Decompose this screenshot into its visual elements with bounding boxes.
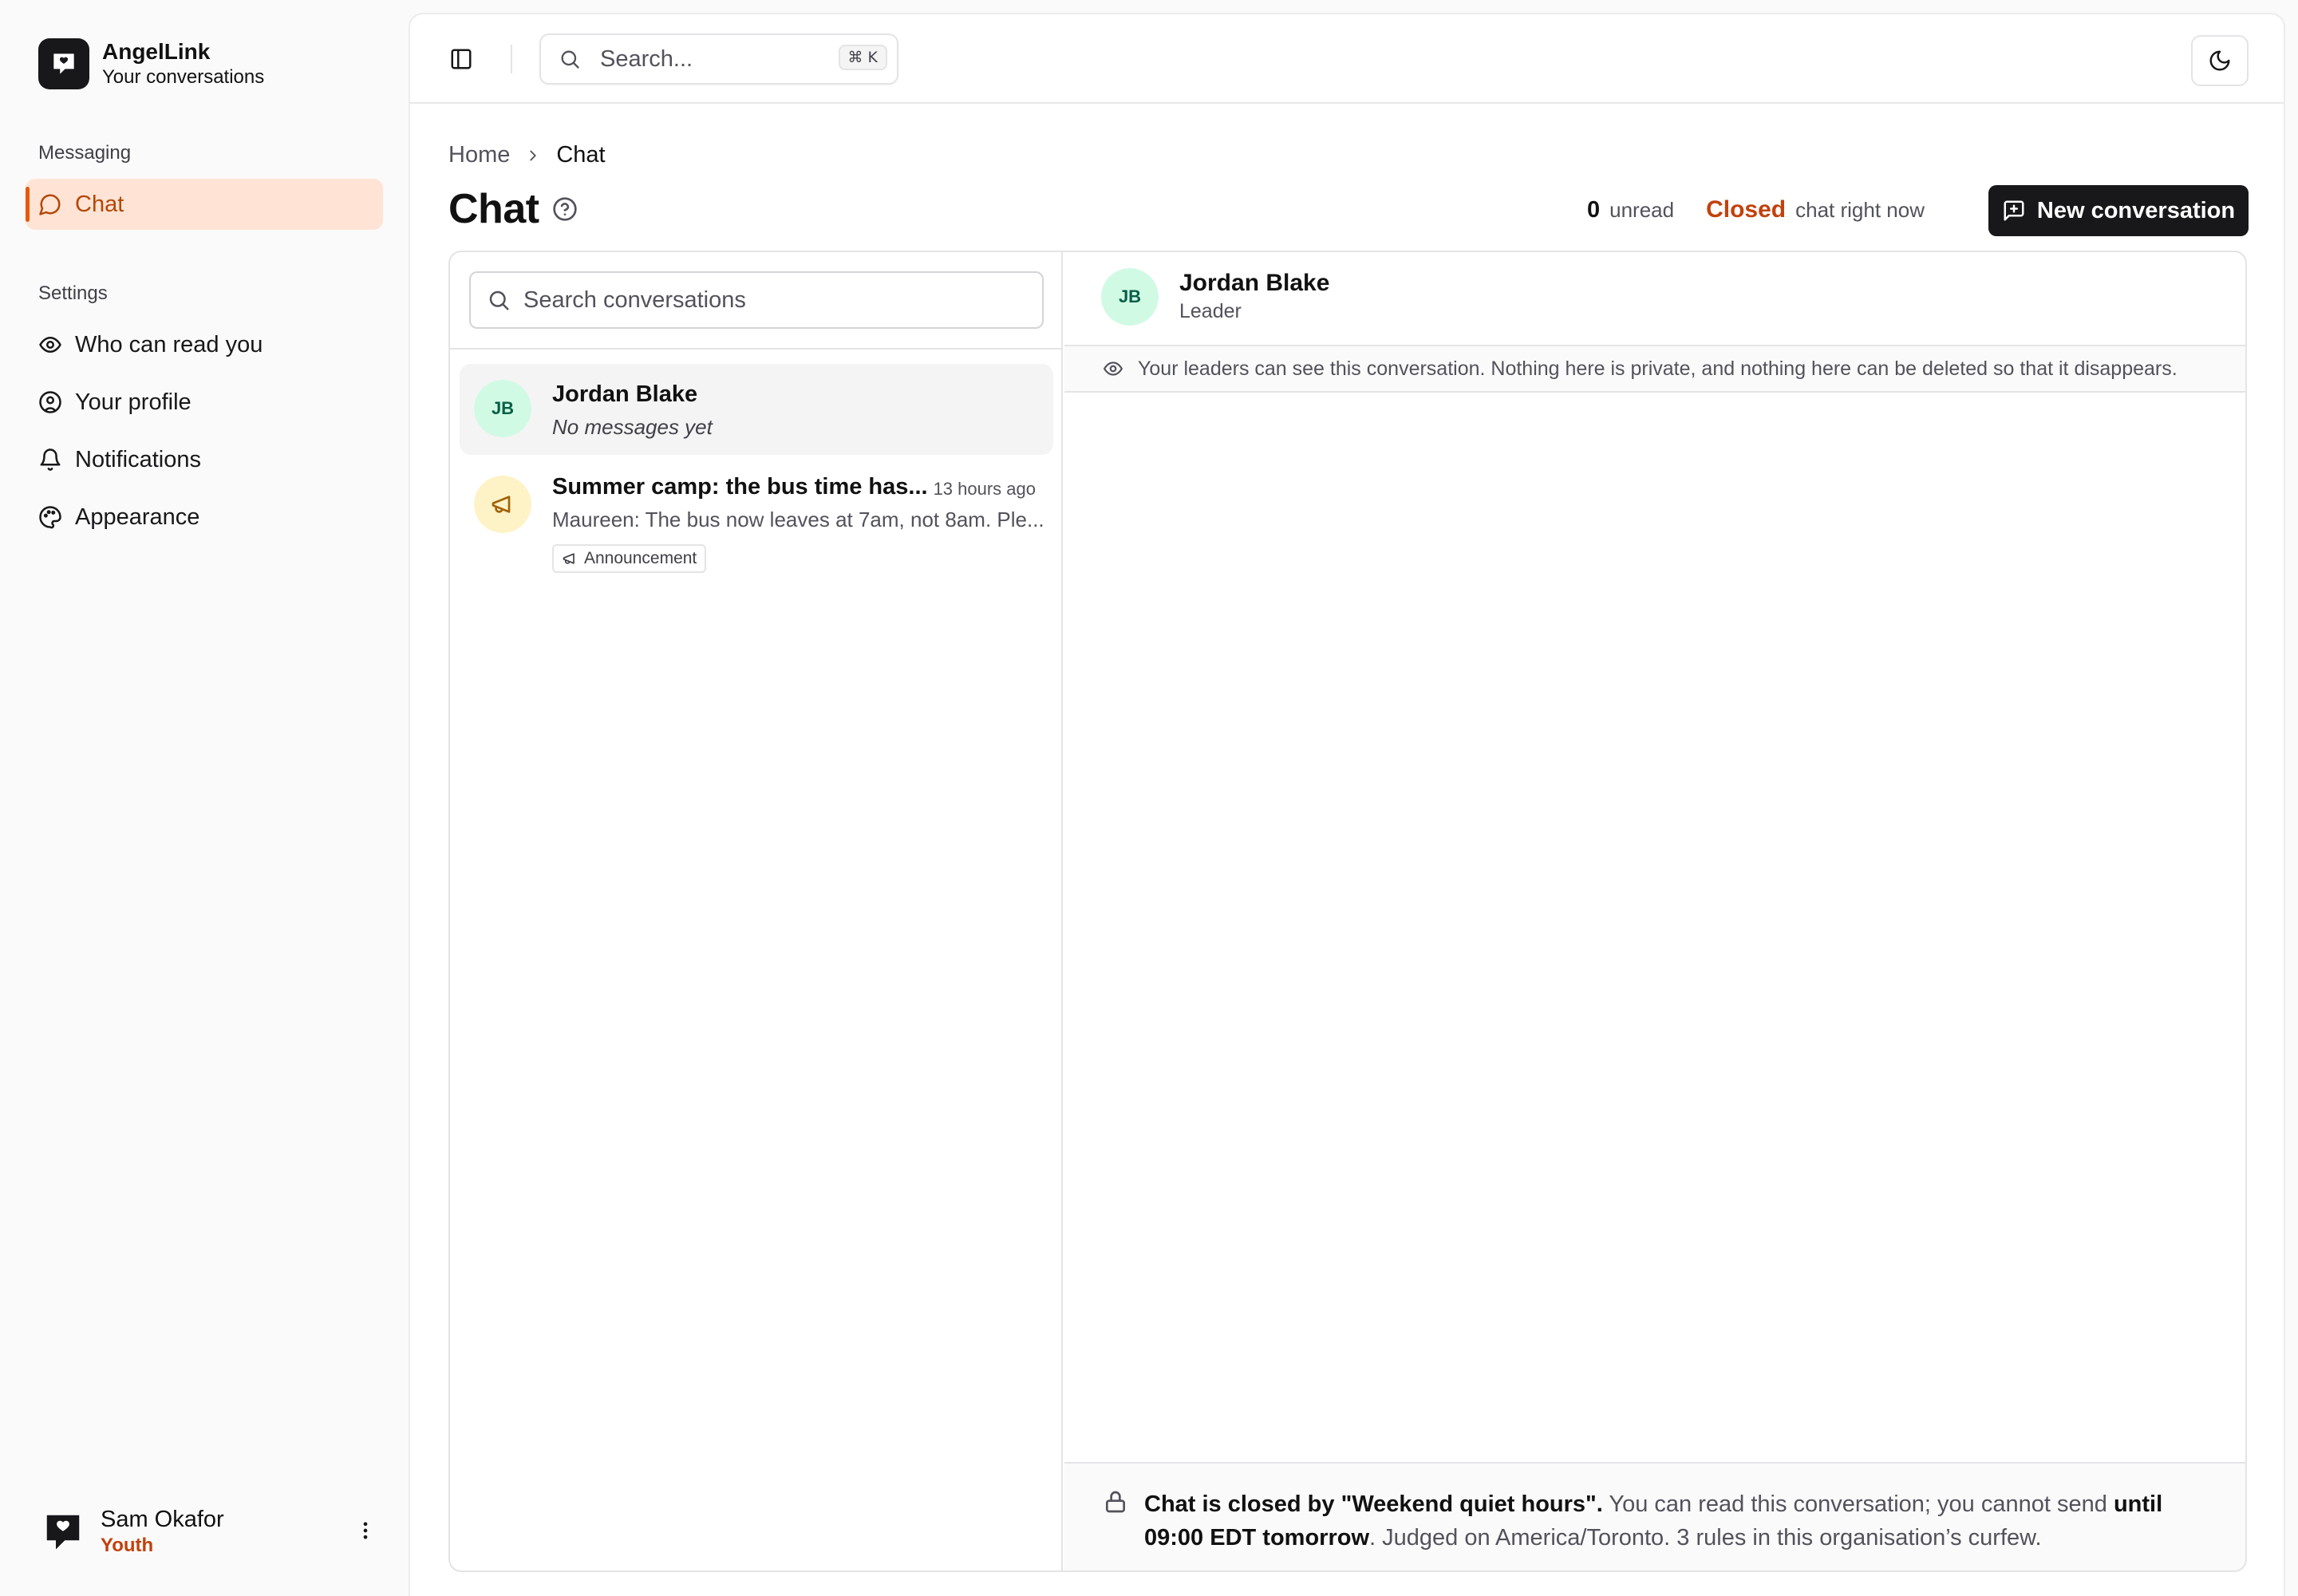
user-account[interactable]: Sam Okafor Youth [38, 1502, 381, 1561]
palette-icon [39, 506, 61, 529]
page-title: Chat [448, 186, 539, 232]
closed-tail: . Judged on America/Toronto. 3 rules in … [1369, 1525, 2042, 1551]
conversation-thread: JB Jordan Blake Leader Your leaders can … [1064, 252, 2245, 1570]
conversation-preview: Maureen: The bus now leaves at 7am, not … [552, 508, 1044, 531]
settings-group-label: Settings [38, 282, 108, 304]
breadcrumb-home-link[interactable]: Home [448, 142, 510, 168]
thread-contact-name: Jordan Blake [1179, 270, 1330, 296]
chat-panel: Search conversations JB Jordan Blake No … [448, 251, 2247, 1572]
conversation-name: Summer camp: the bus time has... [552, 474, 928, 500]
unread-label: unread [1609, 198, 1675, 222]
conversation-item[interactable]: Summer camp: the bus time has... 13 hour… [460, 458, 1053, 583]
breadcrumb: Home Chat [448, 142, 606, 168]
user-name: Sam Okafor [101, 1507, 224, 1532]
tag-label: Announcement [584, 549, 697, 567]
eye-icon [1104, 361, 1123, 376]
sidebar: AngelLink Your conversations Messaging C… [0, 0, 407, 1596]
thread-header: JB Jordan Blake Leader [1064, 252, 2245, 345]
chat-closed-banner: Chat is closed by "Weekend quiet hours".… [1064, 1462, 2245, 1570]
conversation-name: Jordan Blake [552, 381, 698, 407]
lock-icon [1103, 1489, 1128, 1524]
message-square-plus-icon [2004, 200, 2024, 221]
divider [450, 348, 1061, 350]
new-conversation-button[interactable]: New conversation [1988, 185, 2249, 236]
sidebar-item-label: Appearance [75, 504, 200, 530]
avatar: JB [1101, 268, 1159, 326]
closed-text: You can read this conversation; you cann… [1602, 1491, 2114, 1517]
help-circle-icon[interactable] [552, 196, 578, 222]
user-role: Youth [101, 1535, 154, 1556]
sidebar-item-chat[interactable]: Chat [26, 179, 383, 230]
sidebar-item-notifications[interactable]: Notifications [26, 434, 383, 485]
sidebar-item-label: Your profile [75, 389, 192, 415]
messaging-group-label: Messaging [38, 142, 132, 164]
sidebar-item-label: Who can read you [75, 331, 263, 358]
sidebar-item-appearance[interactable]: Appearance [26, 492, 383, 543]
eye-icon [39, 337, 61, 353]
conversation-preview: No messages yet [552, 415, 713, 439]
breadcrumb-current: Chat [556, 142, 606, 168]
conversation-list: Search conversations JB Jordan Blake No … [450, 252, 1063, 1570]
theme-toggle-button[interactable] [2191, 35, 2249, 86]
page-title-row: Chat [448, 185, 578, 233]
message-circle-icon [39, 194, 61, 215]
app-name: AngelLink [102, 39, 211, 64]
main-content: Search... ⌘ K Home Chat Chat 0 unread Cl… [409, 13, 2285, 1596]
megaphone-icon [563, 553, 574, 564]
announcement-tag: Announcement [552, 544, 707, 573]
chat-stats: 0 unread Closed chat right now [1587, 196, 1925, 223]
brand[interactable]: AngelLink Your conversations [38, 38, 264, 89]
visibility-notice: Your leaders can see this conversation. … [1064, 345, 2245, 393]
sidebar-item-your-profile[interactable]: Your profile [26, 377, 383, 428]
search-placeholder: Search... [600, 45, 693, 72]
sidebar-item-who-can-read-you[interactable]: Who can read you [26, 319, 383, 370]
sidebar-toggle-button[interactable] [445, 43, 477, 75]
conversation-search-input[interactable]: Search conversations [469, 271, 1044, 329]
unread-count: 0 [1586, 197, 1601, 223]
search-shortcut: ⌘ K [838, 45, 887, 70]
angellink-logo-icon [38, 38, 89, 89]
chat-status-label: chat right now [1795, 198, 1925, 222]
bell-icon [40, 448, 61, 471]
global-search-input[interactable]: Search... ⌘ K [539, 34, 898, 85]
topbar: Search... ⌘ K [410, 14, 2284, 104]
closed-reason: Chat is closed by "Weekend quiet hours". [1144, 1491, 1603, 1517]
megaphone-icon [474, 476, 531, 533]
conversation-item[interactable]: JB Jordan Blake No messages yet [460, 364, 1053, 455]
search-icon [489, 290, 509, 310]
user-circle-icon [39, 391, 61, 413]
app-subtitle: Your conversations [102, 66, 265, 88]
moon-icon [2209, 50, 2230, 71]
chat-status: Closed [1706, 196, 1787, 223]
more-vertical-icon[interactable] [349, 1515, 381, 1547]
message-area [1064, 393, 2245, 1473]
sidebar-item-label: Chat [75, 191, 124, 217]
avatar [38, 1507, 88, 1556]
thread-contact-role: Leader [1179, 300, 1242, 322]
topbar-divider [511, 45, 512, 73]
chevron-right-icon [524, 147, 542, 164]
new-conversation-label: New conversation [2036, 197, 2236, 223]
conversation-time: 13 hours ago [933, 479, 1036, 499]
panel-left-icon [451, 49, 472, 69]
search-icon [561, 50, 579, 69]
avatar: JB [474, 380, 531, 437]
sidebar-item-label: Notifications [75, 446, 201, 472]
conversation-search-placeholder: Search conversations [523, 286, 746, 313]
visibility-notice-text: Your leaders can see this conversation. … [1138, 357, 2178, 380]
